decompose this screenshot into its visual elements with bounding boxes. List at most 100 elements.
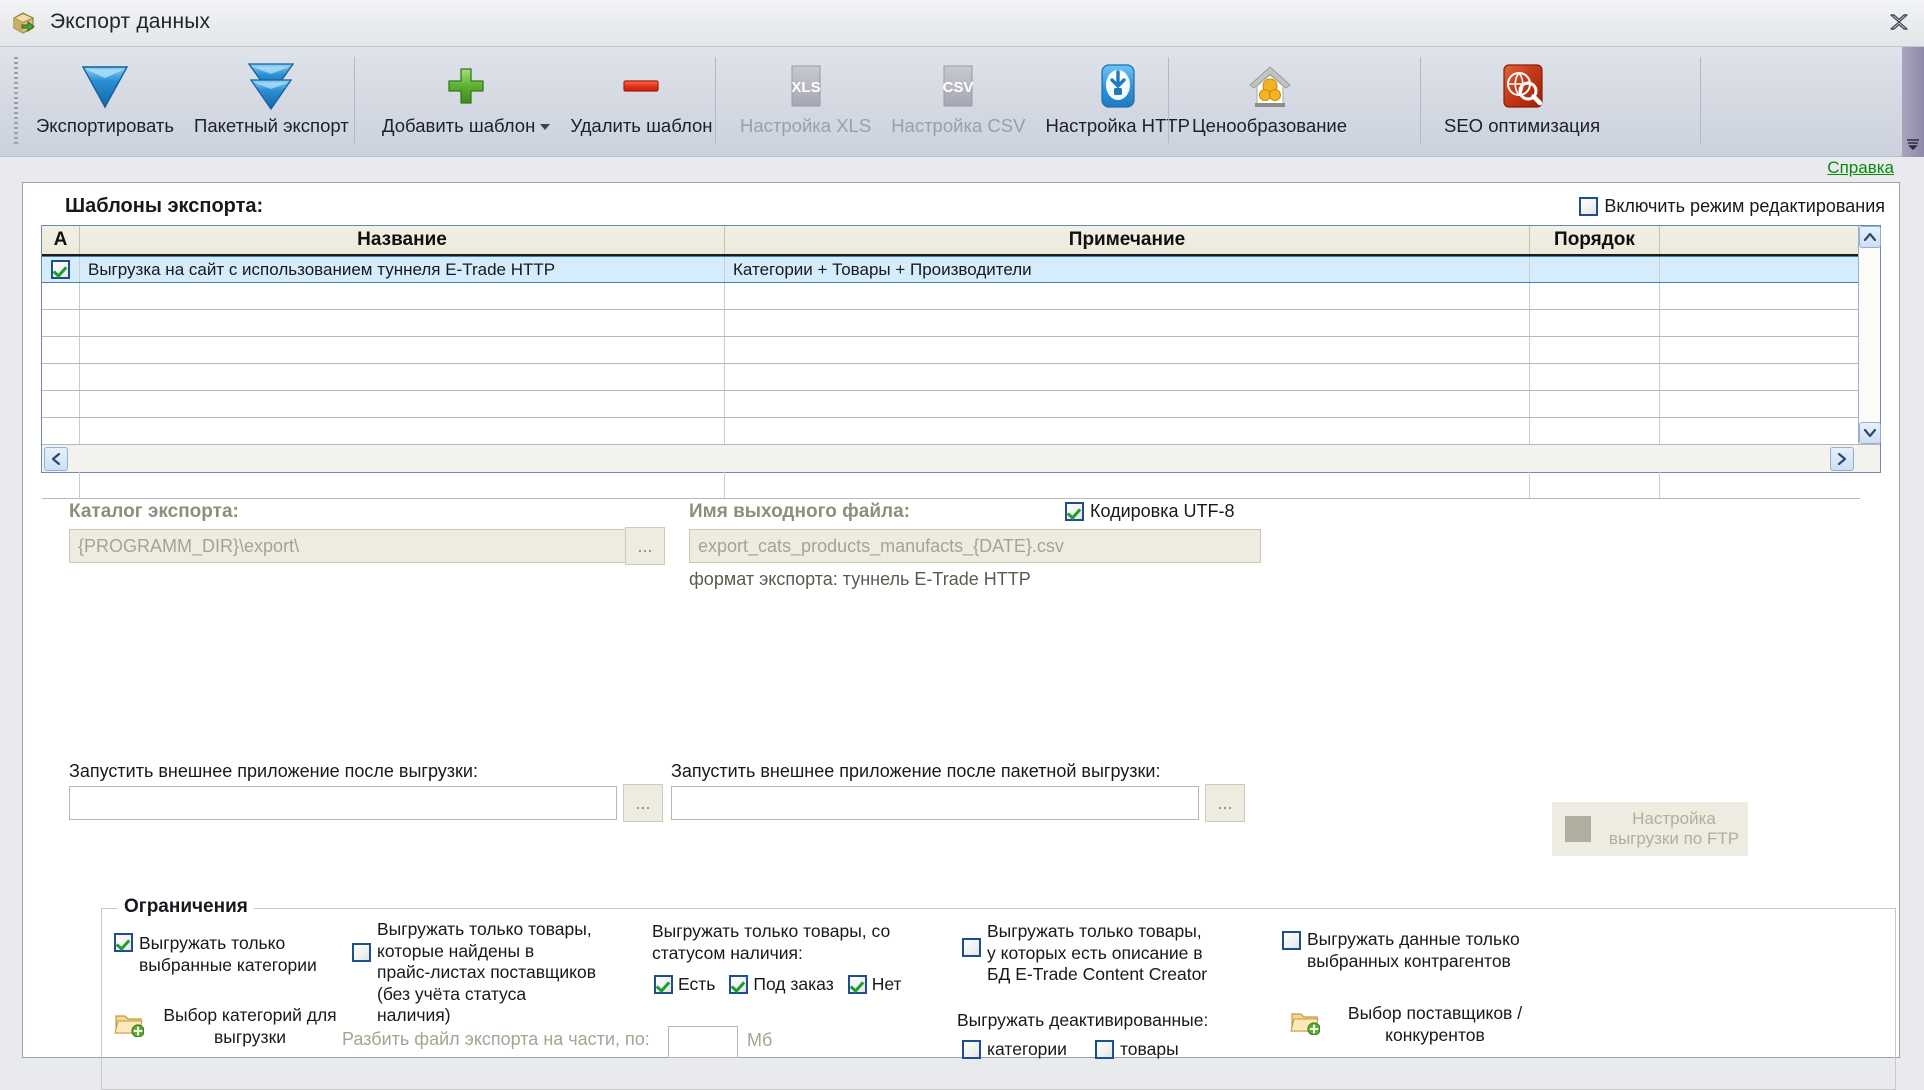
row-active-cell[interactable] <box>42 257 80 282</box>
availability-instock-checkbox[interactable] <box>654 975 673 994</box>
row-active-cell[interactable] <box>42 391 80 417</box>
choose-categories-button[interactable]: Выбор категорий для выгрузки <box>114 1005 346 1049</box>
row-order-cell[interactable] <box>1530 472 1660 498</box>
ribbon-drag-grip[interactable] <box>14 57 18 147</box>
grid-header-order[interactable]: Порядок <box>1530 226 1660 254</box>
edit-mode-checkbox[interactable] <box>1579 197 1599 216</box>
export-dir-browse-button[interactable]: ... <box>625 527 665 565</box>
row-name-cell[interactable] <box>80 472 725 498</box>
grid-header-note[interactable]: Примечание <box>725 226 1530 254</box>
availability-none-checkbox[interactable] <box>847 975 867 994</box>
chevron-up-icon[interactable] <box>1859 226 1881 248</box>
row-order-cell[interactable] <box>1530 364 1660 390</box>
chevron-right-icon[interactable] <box>1830 447 1854 471</box>
output-file-input[interactable]: export_cats_products_manufacts_{DATE}.cs… <box>689 529 1261 563</box>
row-name-cell[interactable] <box>80 418 725 444</box>
deactivated-products-checkbox[interactable] <box>1094 1040 1114 1059</box>
row-blank-cell[interactable] <box>1660 472 1858 498</box>
row-note-cell[interactable] <box>725 472 1530 498</box>
table-row[interactable] <box>42 472 1860 499</box>
batch-export-button[interactable]: Пакетный экспорт <box>184 53 359 149</box>
row-blank-cell[interactable] <box>1660 391 1858 417</box>
encoding-utf8-checkbox[interactable] <box>1065 502 1084 521</box>
only-in-pricelists-checkbox[interactable] <box>352 943 371 962</box>
row-active-cell[interactable] <box>42 364 80 390</box>
row-order-cell[interactable] <box>1530 418 1660 444</box>
http-settings-button[interactable]: Настройка HTTP <box>1035 53 1200 149</box>
row-order-cell[interactable] <box>1530 337 1660 363</box>
export-button[interactable]: Экспортировать <box>26 53 184 149</box>
table-row[interactable]: Выгрузка на сайт с использованием туннел… <box>42 256 1860 283</box>
only-in-pricelists-row[interactable]: Выгружать только товары, которые найдены … <box>352 919 602 1027</box>
chevron-down-icon[interactable] <box>540 124 551 130</box>
table-row[interactable] <box>42 310 1860 337</box>
grid-header-blank[interactable] <box>1660 226 1858 254</box>
row-active-cell[interactable] <box>42 310 80 336</box>
row-active-cell[interactable] <box>42 418 80 444</box>
row-note-cell[interactable] <box>725 364 1530 390</box>
csv-settings-button[interactable]: CSV Настройка CSV <box>881 53 1035 149</box>
row-order-cell[interactable] <box>1530 257 1660 282</box>
choose-suppliers-button[interactable]: Выбор поставщиков / конкурентов <box>1290 1003 1540 1047</box>
availability-onorder-checkbox[interactable] <box>729 975 749 994</box>
row-active-checkbox[interactable] <box>51 260 70 279</box>
row-active-cell[interactable] <box>42 283 80 309</box>
help-link[interactable]: Справка <box>1827 158 1894 178</box>
row-blank-cell[interactable] <box>1660 418 1858 444</box>
delete-template-button[interactable]: Удалить шаблон <box>560 53 722 149</box>
row-blank-cell[interactable] <box>1660 364 1858 390</box>
pricing-button[interactable]: Ценообразование <box>1182 53 1357 149</box>
row-note-cell[interactable] <box>725 391 1530 417</box>
export-dir-input[interactable]: {PROGRAMM_DIR}\export\ <box>69 529 647 563</box>
grid-header-name[interactable]: Название <box>80 226 725 254</box>
ribbon-overflow-strip[interactable] <box>1902 47 1924 157</box>
row-blank-cell[interactable] <box>1660 257 1858 282</box>
chevron-down-icon[interactable] <box>1859 422 1881 444</box>
row-name-cell[interactable] <box>80 391 725 417</box>
grid-vertical-scrollbar[interactable] <box>1858 226 1881 444</box>
only-selected-categories-row[interactable]: Выгружать только выбранные категории <box>114 933 334 976</box>
only-with-description-row[interactable]: Выгружать только товары, у которых есть о… <box>962 921 1232 986</box>
close-icon[interactable] <box>1884 8 1914 36</box>
row-name-cell[interactable] <box>80 310 725 336</box>
row-active-cell[interactable] <box>42 472 80 498</box>
row-note-cell[interactable] <box>725 283 1530 309</box>
after-export-browse-button[interactable]: ... <box>623 784 663 822</box>
row-order-cell[interactable] <box>1530 391 1660 417</box>
row-note-cell[interactable] <box>725 418 1530 444</box>
xls-settings-button[interactable]: XLS Настройка XLS <box>730 53 881 149</box>
only-with-description-checkbox[interactable] <box>962 938 981 957</box>
table-row[interactable] <box>42 418 1860 445</box>
table-row[interactable] <box>42 364 1860 391</box>
seo-optimization-button[interactable]: SEO оптимизация <box>1434 53 1610 149</box>
after-batch-input[interactable] <box>671 786 1199 820</box>
table-row[interactable] <box>42 337 1860 364</box>
row-name-cell[interactable] <box>80 283 725 309</box>
edit-mode-checkbox-row[interactable]: Включить режим редактирования <box>1579 196 1885 217</box>
row-blank-cell[interactable] <box>1660 310 1858 336</box>
grid-horizontal-scrollbar[interactable] <box>42 444 1880 472</box>
only-selected-categories-checkbox[interactable] <box>114 933 133 952</box>
row-blank-cell[interactable] <box>1660 283 1858 309</box>
row-note-cell[interactable] <box>725 337 1530 363</box>
split-file-input[interactable] <box>668 1026 738 1058</box>
encoding-utf8-row[interactable]: Кодировка UTF-8 <box>1065 501 1235 522</box>
row-blank-cell[interactable] <box>1660 337 1858 363</box>
row-order-cell[interactable] <box>1530 283 1660 309</box>
deactivated-categories-checkbox[interactable] <box>962 1040 981 1059</box>
row-active-cell[interactable] <box>42 337 80 363</box>
chevron-left-icon[interactable] <box>44 447 68 471</box>
ftp-settings-button[interactable]: Настройка выгрузки по FTP <box>1552 802 1748 856</box>
table-row[interactable] <box>42 391 1860 418</box>
templates-grid[interactable]: А Название Примечание Порядок Выгрузка н… <box>41 225 1881 499</box>
only-selected-counterparties-row[interactable]: Выгружать данные только выбранных контраг… <box>1282 929 1544 972</box>
table-row[interactable] <box>42 283 1860 310</box>
row-order-cell[interactable] <box>1530 310 1660 336</box>
row-note-cell[interactable] <box>725 310 1530 336</box>
grid-header-active[interactable]: А <box>42 226 80 254</box>
row-name-cell[interactable] <box>80 337 725 363</box>
after-export-input[interactable] <box>69 786 617 820</box>
add-template-button[interactable]: Добавить шаблон <box>372 53 560 149</box>
row-name-cell[interactable] <box>80 364 725 390</box>
only-selected-counterparties-checkbox[interactable] <box>1282 931 1301 950</box>
